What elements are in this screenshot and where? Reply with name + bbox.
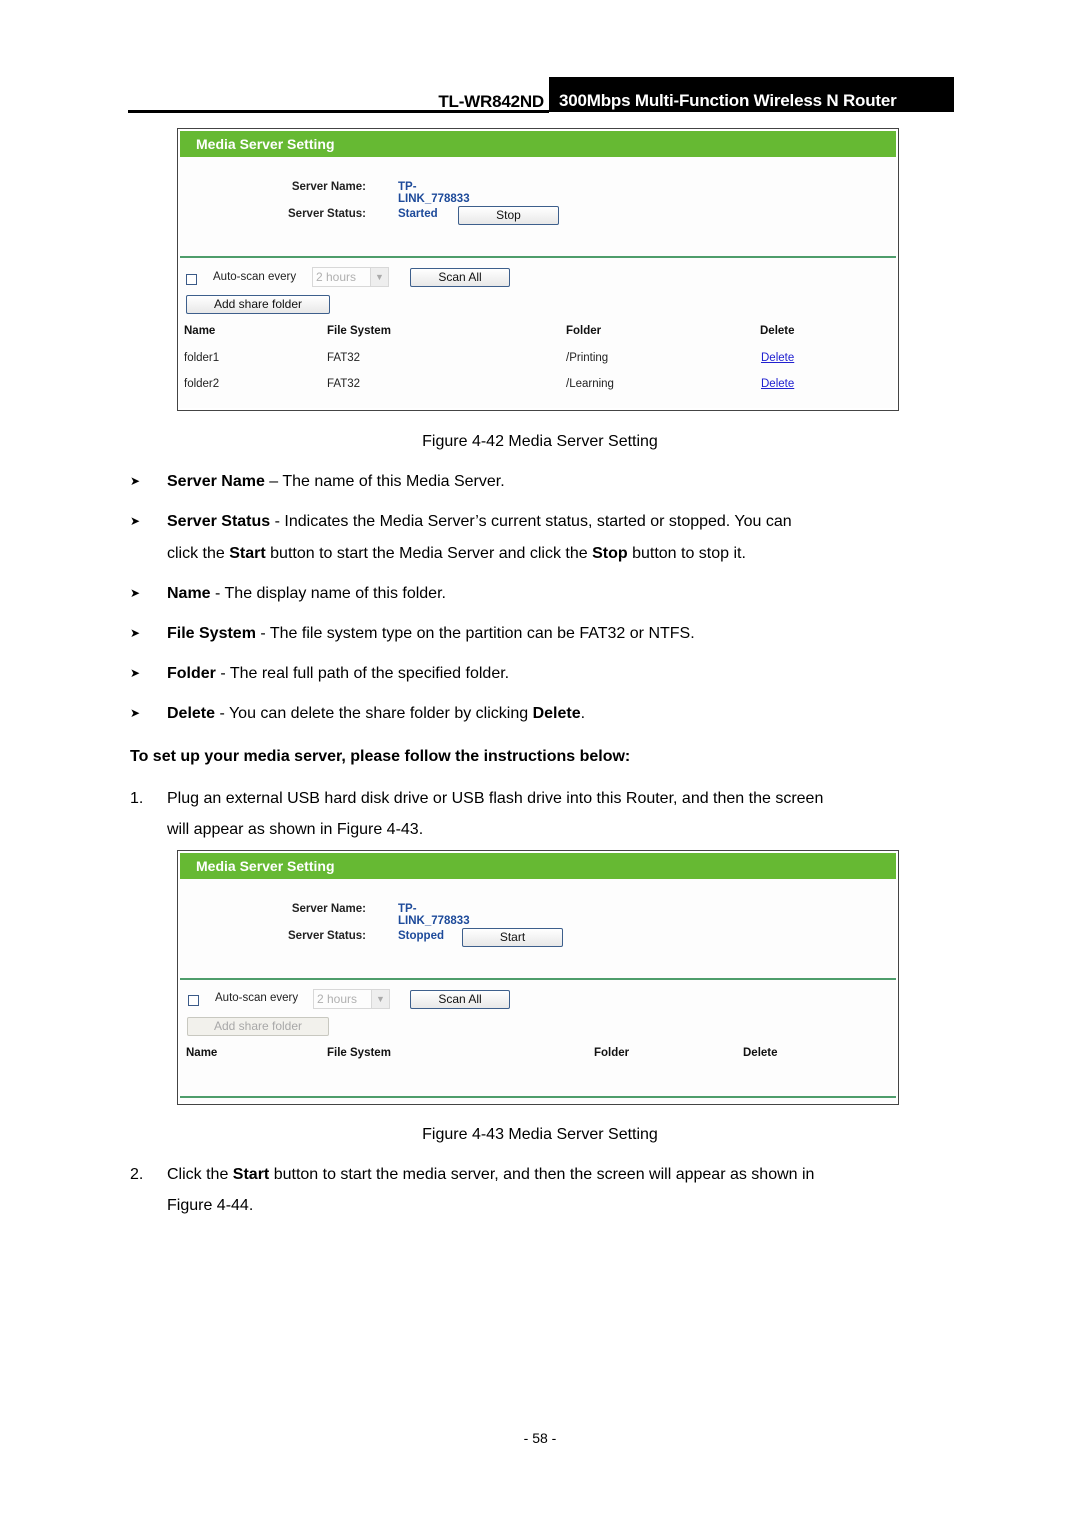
folder-file-system: FAT32 [327, 352, 361, 364]
auto-scan-interval-select[interactable]: 2 hours ▼ [313, 989, 390, 1009]
server-name-value: TP-LINK_778833 [398, 181, 470, 205]
definition: The real full path of the specified fold… [229, 665, 510, 682]
separator: - [270, 513, 285, 530]
column-header-delete: Delete [743, 1047, 778, 1059]
folder-name: folder2 [184, 378, 220, 390]
media-server-panel-started: Media Server Setting Server Name: TP-LIN… [177, 128, 899, 411]
definition: The display name of this folder. [224, 585, 446, 602]
page-number: - 58 - [523, 1430, 557, 1446]
separator: – [264, 473, 283, 490]
column-header-name: Name [184, 325, 216, 337]
term: File System [167, 625, 256, 642]
divider [180, 978, 896, 980]
product-name: 300Mbps Multi-Function Wireless N Router [549, 77, 954, 112]
definition-cont: click the [167, 545, 230, 562]
separator: - [210, 585, 225, 602]
arrow-bullet-icon: ➤ [130, 706, 141, 720]
column-header-folder: Folder [594, 1047, 630, 1059]
arrow-bullet-icon: ➤ [130, 514, 141, 528]
folder-name: folder1 [184, 352, 220, 364]
definition: The file system type on the partition ca… [269, 625, 695, 642]
separator: - [255, 625, 270, 642]
arrow-bullet-icon: ➤ [130, 666, 141, 680]
bold-delete: Delete [532, 705, 581, 722]
term: Folder [167, 665, 216, 682]
server-name-label: Server Name: [291, 181, 366, 193]
stop-button[interactable]: Stop [458, 206, 559, 225]
server-status-label: Server Status: [288, 930, 366, 942]
step-2: 2. Click the Start button to start the m… [130, 1159, 950, 1221]
arrow-bullet-icon: ➤ [130, 626, 141, 640]
folder-path: /Learning [566, 378, 614, 390]
folder-file-system: FAT32 [327, 378, 361, 390]
figure-caption: Figure 4-42 Media Server Setting [422, 433, 658, 450]
definition: Indicates the Media Server’s current sta… [284, 513, 792, 530]
instructions-heading: To set up your media server, please foll… [130, 748, 631, 765]
chevron-down-icon: ▼ [370, 268, 388, 286]
bold-start: Start [229, 545, 266, 562]
term: Delete [167, 705, 216, 722]
server-name-label: Server Name: [291, 903, 366, 915]
panel-title: Media Server Setting [180, 131, 896, 157]
period: . [580, 705, 586, 722]
term: Server Name [167, 473, 265, 490]
scan-all-button[interactable]: Scan All [410, 268, 510, 287]
server-status-label: Server Status: [288, 208, 366, 220]
column-header-name: Name [186, 1047, 218, 1059]
bold-start: Start [232, 1166, 270, 1183]
arrow-bullet-icon: ➤ [130, 474, 141, 488]
media-server-panel-stopped: Media Server Setting Server Name: TP-LIN… [177, 850, 899, 1105]
delete-link[interactable]: Delete [761, 352, 794, 364]
arrow-bullet-icon: ➤ [130, 586, 141, 600]
auto-scan-interval-select[interactable]: 2 hours ▼ [312, 267, 389, 287]
definition: The name of this Media Server. [282, 473, 505, 490]
term: Server Status [167, 513, 271, 530]
column-header-file-system: File System [327, 325, 391, 337]
divider [180, 1096, 896, 1098]
delete-link[interactable]: Delete [761, 378, 794, 390]
column-header-folder: Folder [566, 325, 602, 337]
step-text: Plug an external USB hard disk drive or … [167, 790, 824, 807]
term: Name [167, 585, 211, 602]
panel-title: Media Server Setting [180, 853, 896, 879]
definition-cont: button to stop it. [627, 545, 746, 562]
step-text: Click the [167, 1166, 233, 1183]
bold-stop: Stop [592, 545, 628, 562]
definition-cont: button to start the Media Server and cli… [265, 545, 593, 562]
add-share-folder-button[interactable]: Add share folder [187, 1017, 329, 1036]
separator: - [215, 665, 230, 682]
chevron-down-icon: ▼ [371, 990, 389, 1008]
auto-scan-label: Auto-scan every [215, 992, 299, 1004]
column-header-delete: Delete [760, 325, 795, 337]
step-number: 1. [130, 790, 144, 807]
auto-scan-label: Auto-scan every [213, 271, 297, 283]
add-share-folder-button[interactable]: Add share folder [186, 295, 330, 314]
page-header: TL-WR842ND 300Mbps Multi-Function Wirele… [128, 77, 954, 113]
column-header-file-system: File System [327, 1047, 391, 1059]
step-text: button to start the media server, and th… [269, 1166, 815, 1183]
folder-path: /Printing [566, 352, 609, 364]
divider [180, 256, 896, 258]
server-status-value: Started [398, 208, 438, 220]
header-rule [128, 110, 549, 113]
model-name: TL-WR842ND [438, 92, 544, 111]
server-name-value: TP-LINK_778833 [398, 903, 470, 927]
definition: You can delete the share folder by click… [228, 705, 533, 722]
separator: - [215, 705, 229, 722]
auto-scan-checkbox[interactable] [188, 995, 199, 1006]
auto-scan-interval-value: 2 hours [317, 992, 358, 1006]
step-1: 1. Plug an external USB hard disk drive … [130, 783, 950, 845]
step-text: will appear as shown in Figure 4-43. [167, 821, 424, 838]
figure-caption: Figure 4-43 Media Server Setting [422, 1126, 658, 1143]
start-button[interactable]: Start [462, 928, 563, 947]
step-number: 2. [130, 1166, 144, 1183]
auto-scan-checkbox[interactable] [186, 274, 197, 285]
scan-all-button[interactable]: Scan All [410, 990, 510, 1009]
step-text: Figure 4-44. [167, 1197, 254, 1214]
server-status-value: Stopped [398, 930, 444, 942]
auto-scan-interval-value: 2 hours [316, 270, 357, 284]
